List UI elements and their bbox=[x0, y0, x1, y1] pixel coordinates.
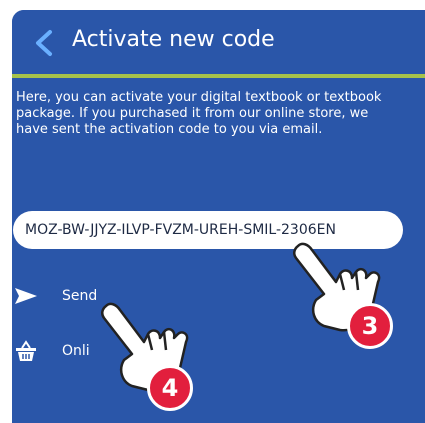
send-button[interactable]: Send bbox=[14, 284, 97, 308]
online-label: Onli bbox=[62, 343, 90, 359]
step-badge-3: 3 bbox=[347, 303, 393, 349]
basket-icon bbox=[16, 340, 36, 361]
page-title: Activate new code bbox=[72, 27, 275, 52]
send-icon bbox=[15, 288, 37, 304]
chevron-left-icon[interactable] bbox=[32, 29, 56, 57]
header: Activate new code bbox=[12, 10, 425, 74]
online-store-link[interactable]: Onli bbox=[14, 339, 90, 363]
description-text: Here, you can activate your digital text… bbox=[16, 90, 382, 137]
send-label: Send bbox=[62, 288, 98, 304]
step-badge-4: 4 bbox=[147, 365, 193, 411]
